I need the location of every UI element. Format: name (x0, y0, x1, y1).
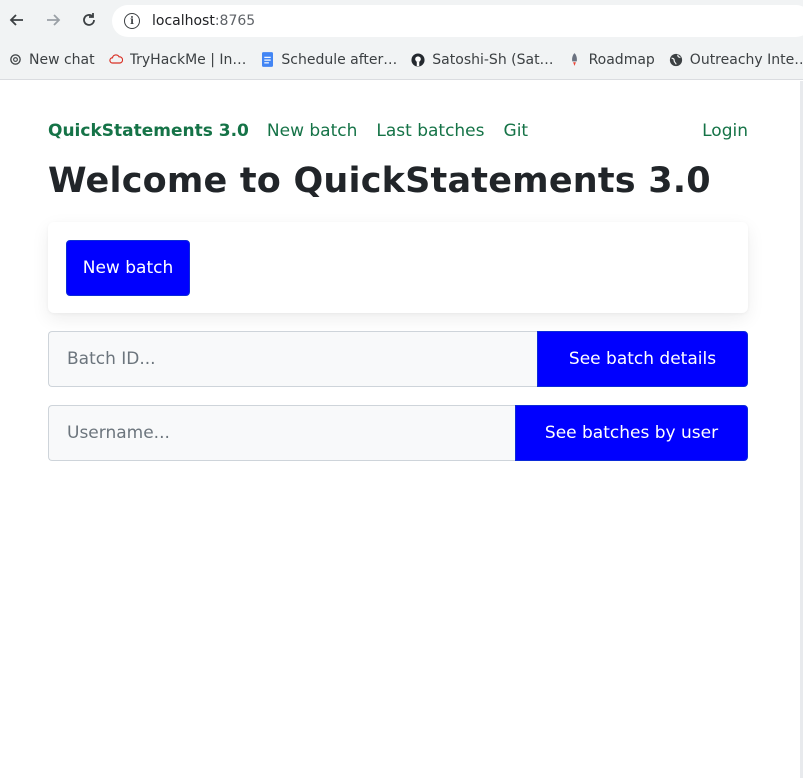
bookmark-new-chat[interactable]: New chat (8, 52, 95, 68)
url-port: :8765 (214, 13, 256, 29)
site-info-icon[interactable]: i (124, 13, 140, 29)
bookmark-label: Satoshi-Sh (Sat… (432, 51, 554, 68)
browser-toolbar: i localhost:8765 (0, 0, 803, 40)
nav-link-git[interactable]: Git (504, 121, 529, 141)
reload-icon[interactable] (79, 10, 99, 30)
github-icon (411, 52, 425, 67)
bookmark-label: Roadmap (588, 51, 655, 68)
batch-id-form: See batch details (48, 331, 748, 387)
bookmark-github[interactable]: Satoshi-Sh (Sat… (411, 51, 554, 68)
nav-link-last-batches[interactable]: Last batches (376, 121, 484, 141)
username-form: See batches by user (48, 405, 748, 461)
address-bar[interactable]: i localhost:8765 (112, 5, 803, 37)
login-link[interactable]: Login (702, 121, 748, 141)
bookmark-roadmap[interactable]: Roadmap (568, 52, 655, 68)
page-title: Welcome to QuickStatements 3.0 (48, 161, 711, 201)
new-batch-card: New batch (48, 222, 748, 313)
bookmark-label: Schedule after… (281, 51, 398, 68)
nav-link-new-batch[interactable]: New batch (267, 121, 357, 141)
see-batches-by-user-button[interactable]: See batches by user (515, 405, 748, 461)
site-navbar: QuickStatements 3.0 New batch Last batch… (48, 119, 748, 143)
cloud-icon (108, 53, 123, 67)
forward-arrow-icon[interactable] (43, 10, 63, 30)
batch-id-input[interactable] (48, 331, 537, 387)
page-content: QuickStatements 3.0 New batch Last batch… (0, 81, 800, 778)
bookmark-label: Outreachy Inte… (689, 51, 803, 68)
bookmark-outreachy[interactable]: Outreachy Inte… (669, 52, 803, 68)
bookmark-label: TryHackMe | In… (129, 51, 247, 68)
globe-icon (669, 53, 683, 67)
see-batch-details-button[interactable]: See batch details (537, 331, 748, 387)
rocket-icon (568, 53, 582, 67)
bookmark-schedule[interactable]: Schedule after… (260, 52, 397, 68)
username-input[interactable] (48, 405, 515, 461)
url-host: localhost (152, 13, 215, 29)
bookmarks-bar: New chat TryHackMe | In… Schedule after…… (0, 40, 803, 80)
new-batch-button[interactable]: New batch (66, 240, 190, 296)
bookmark-label: New chat (29, 51, 95, 68)
brand-link[interactable]: QuickStatements 3.0 (48, 121, 249, 141)
docs-icon (260, 52, 274, 67)
bookmark-tryhackme[interactable]: TryHackMe | In… (108, 51, 247, 68)
openai-icon (8, 53, 22, 67)
back-arrow-icon[interactable] (7, 10, 27, 30)
